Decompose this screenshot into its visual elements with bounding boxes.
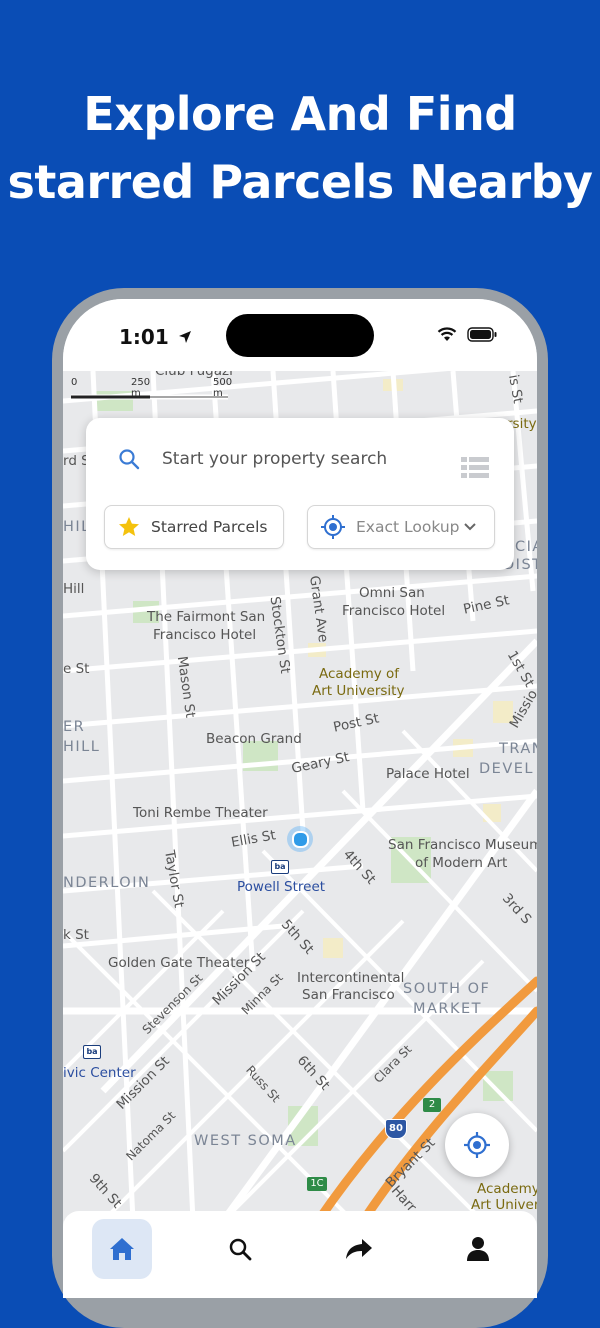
map-label: SOUTH OF — [403, 981, 491, 997]
list-view-icon[interactable] — [461, 456, 489, 480]
map-label: The Fairmont San — [147, 609, 266, 625]
headline-line-1: Explore And Find — [83, 87, 517, 141]
search-icon — [119, 449, 140, 470]
current-location-marker — [287, 826, 313, 852]
share-arrow-icon — [346, 1239, 372, 1259]
status-icons — [437, 327, 497, 342]
battery-icon — [467, 327, 497, 342]
map-label: Francisco Hotel — [342, 603, 446, 619]
starred-parcels-button[interactable]: Starred Parcels — [104, 505, 284, 549]
wifi-icon — [437, 327, 457, 341]
search-icon — [229, 1238, 252, 1261]
map-label: MARKET — [413, 1001, 483, 1017]
crosshair-icon — [321, 515, 345, 539]
dynamic-island — [226, 314, 374, 357]
map-label: Powell Street — [237, 879, 326, 895]
transit-icon: ba — [83, 1045, 101, 1059]
tab-profile[interactable] — [448, 1219, 508, 1279]
search-input[interactable]: Start your property search — [118, 448, 387, 470]
tab-home[interactable] — [92, 1219, 152, 1279]
headline-line-2: starred Parcels Nearby — [7, 155, 593, 209]
map-label: e St — [63, 661, 90, 677]
interstate-shield-icon: 80 — [385, 1119, 407, 1139]
map-label: Art University — [312, 683, 405, 699]
map-label: Francisco Hotel — [153, 627, 257, 643]
chevron-down-icon — [464, 523, 477, 531]
map-label: Hill — [63, 581, 85, 597]
home-icon — [110, 1238, 134, 1260]
phone-screen: 1:01 0 250 m 500 m Club Fugazi is St rsi… — [63, 299, 537, 1298]
exact-lookup-dropdown[interactable]: Exact Lookup — [307, 505, 495, 549]
map-label: HILL — [63, 739, 101, 755]
tab-share[interactable] — [329, 1219, 389, 1279]
map-label: k St — [63, 927, 89, 943]
map-label: WEST SOMA — [194, 1133, 297, 1149]
user-icon — [467, 1237, 489, 1261]
map-label: Toni Rembe Theater — [133, 805, 268, 821]
map-label: Intercontinental — [297, 970, 405, 986]
route-shield-icon: 1C — [307, 1177, 327, 1191]
map-label: Palace Hotel — [386, 766, 470, 782]
map-label: Golden Gate Theater — [108, 955, 250, 971]
headline: Explore And Find starred Parcels Nearby — [0, 80, 600, 216]
map-label: Academy of — [319, 666, 400, 682]
scale-label-250: 250 m — [131, 377, 151, 399]
location-arrow-icon — [178, 331, 191, 343]
map-label: NDERLOIN — [63, 875, 151, 891]
scale-label-0: 0 — [71, 377, 78, 388]
map-label: Omni San — [359, 585, 425, 601]
map-label: ER — [63, 719, 86, 735]
map-label: ivic Center — [63, 1065, 136, 1081]
map-label: CIAI — [515, 539, 537, 555]
map-label: of Modern Art — [415, 855, 508, 871]
status-bar: 1:01 — [63, 299, 537, 371]
tab-search[interactable] — [210, 1219, 270, 1279]
my-location-button[interactable] — [445, 1113, 509, 1177]
map-label: DEVEL — [479, 761, 534, 777]
bottom-tab-bar — [63, 1211, 537, 1298]
map-label: San Francisco — [302, 987, 395, 1003]
search-card: Start your property search Starred Parce… — [86, 418, 514, 570]
map-label: Academy — [477, 1181, 537, 1197]
exact-lookup-label: Exact Lookup — [356, 518, 460, 536]
transit-icon: ba — [271, 860, 289, 874]
map-label: TRAN — [499, 741, 537, 757]
map-label: Beacon Grand — [206, 731, 302, 747]
search-placeholder: Start your property search — [162, 449, 388, 469]
starred-parcels-label: Starred Parcels — [151, 518, 268, 536]
crosshair-icon — [464, 1132, 490, 1158]
route-shield-icon: 2 — [423, 1098, 441, 1112]
scale-label-500: 500 m — [213, 377, 233, 399]
status-time: 1:01 — [119, 325, 192, 349]
map-label: San Francisco Museum — [388, 837, 537, 853]
star-icon — [119, 517, 139, 536]
